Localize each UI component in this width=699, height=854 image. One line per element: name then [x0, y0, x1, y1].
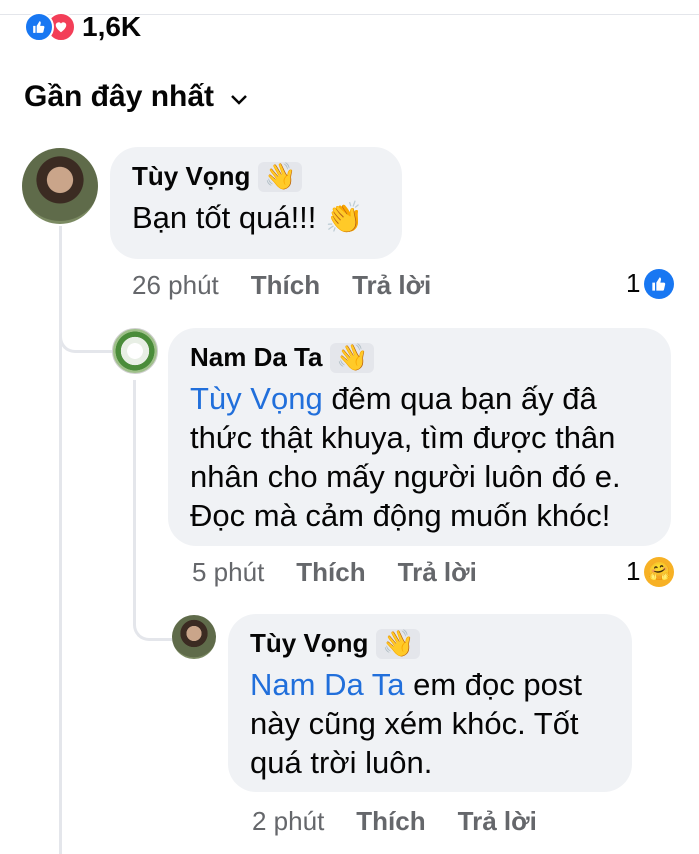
- sort-dropdown[interactable]: Gần đây nhất: [24, 80, 248, 114]
- like-icon: [24, 12, 54, 42]
- like-icon: [644, 268, 675, 299]
- like-button[interactable]: Thích: [251, 270, 320, 301]
- reply-button[interactable]: Trả lời: [458, 806, 537, 837]
- comment-author[interactable]: Tùy Vọng: [250, 628, 368, 659]
- reactions-summary[interactable]: 1,6K: [24, 11, 142, 42]
- top-fan-badge-icon: 👋: [330, 342, 375, 373]
- like-button[interactable]: Thích: [356, 806, 425, 837]
- comment-time[interactable]: 5 phút: [192, 557, 264, 588]
- comment-author[interactable]: Nam Da Ta: [190, 342, 322, 373]
- chevron-down-icon: [230, 80, 248, 114]
- comment-bubble: Nam Da Ta 👋 Tùy Vọng đêm qua bạn ấy đâ t…: [168, 328, 671, 546]
- comment-time[interactable]: 2 phút: [252, 806, 324, 837]
- avatar[interactable]: [112, 328, 158, 374]
- mention-link[interactable]: Tùy Vọng: [190, 381, 323, 416]
- comment-actions: 26 phút Thích Trả lời: [132, 270, 431, 301]
- top-fan-badge-icon: 👋: [258, 161, 303, 192]
- avatar[interactable]: [22, 148, 98, 224]
- like-button[interactable]: Thích: [296, 557, 365, 588]
- comment-bubble: Tùy Vọng 👋 Nam Da Ta em đọc post này cũn…: [228, 614, 632, 792]
- reply-button[interactable]: Trả lời: [352, 270, 431, 301]
- comment-text: Nam Da Ta em đọc post này cũng xém khóc.…: [250, 667, 582, 780]
- thread-line: [133, 380, 136, 600]
- comment-text: Bạn tốt quá!!! 👏: [132, 200, 364, 235]
- comment-author[interactable]: Tùy Vọng: [132, 161, 250, 192]
- comment-time[interactable]: 26 phút: [132, 270, 219, 301]
- thread-connector: [59, 310, 120, 353]
- comment-bubble: Tùy Vọng 👋 Bạn tốt quá!!! 👏: [110, 147, 402, 259]
- sort-label: Gần đây nhất: [24, 80, 215, 113]
- top-fan-badge-icon: 👋: [376, 628, 421, 659]
- reply-button[interactable]: Trả lời: [398, 557, 477, 588]
- clapping-emoji-icon: 👏: [325, 200, 364, 235]
- comment-text: Tùy Vọng đêm qua bạn ấy đâ thức thật khu…: [190, 381, 621, 533]
- comment-reaction-count[interactable]: 1 🤗: [626, 556, 675, 587]
- avatar[interactable]: [172, 615, 216, 659]
- care-icon: 🤗: [644, 556, 675, 587]
- comment-actions: 2 phút Thích Trả lời: [252, 806, 537, 837]
- comment-actions: 5 phút Thích Trả lời: [192, 557, 477, 588]
- mention-link[interactable]: Nam Da Ta: [250, 667, 405, 702]
- reaction-count: 1,6K: [82, 11, 142, 42]
- comment-reaction-count[interactable]: 1: [626, 268, 675, 299]
- thread-connector: [133, 600, 176, 641]
